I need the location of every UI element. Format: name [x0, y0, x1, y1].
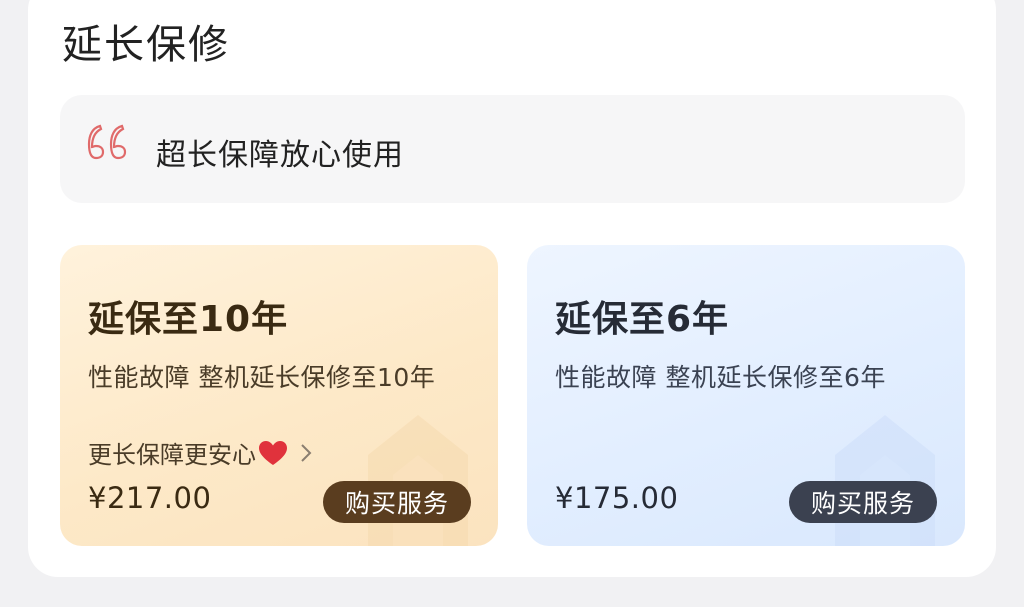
shield-watermark-icon [835, 415, 935, 546]
plan-card-6-years[interactable]: 延保至6年 性能故障 整机延长保修至6年 ¥175.00 购买服务 [527, 245, 965, 546]
heart-icon [259, 440, 287, 465]
quote-icon [87, 124, 127, 160]
plan-note-text: 更长保障更安心 [88, 441, 256, 469]
slogan-text: 超长保障放心使用 [156, 138, 404, 173]
section-title: 延长保修 [62, 22, 230, 68]
plan-note-link[interactable]: 更长保障更安心 [88, 435, 314, 470]
shield-watermark-icon [368, 415, 468, 546]
buy-service-button[interactable]: 购买服务 [789, 481, 937, 523]
chevron-right-icon [301, 443, 312, 462]
plan-card-10-years[interactable]: 延保至10年 性能故障 整机延长保修至10年 更长保障更安心 ¥217.00 购… [60, 245, 498, 546]
plan-title: 延保至6年 [555, 299, 730, 340]
plan-price: ¥217.00 [88, 481, 212, 515]
plan-description: 性能故障 整机延长保修至6年 [555, 363, 886, 392]
plan-title: 延保至10年 [88, 299, 289, 340]
plan-description: 性能故障 整机延长保修至10年 [88, 363, 436, 392]
buy-service-button[interactable]: 购买服务 [323, 481, 471, 523]
plan-price: ¥175.00 [555, 481, 679, 515]
